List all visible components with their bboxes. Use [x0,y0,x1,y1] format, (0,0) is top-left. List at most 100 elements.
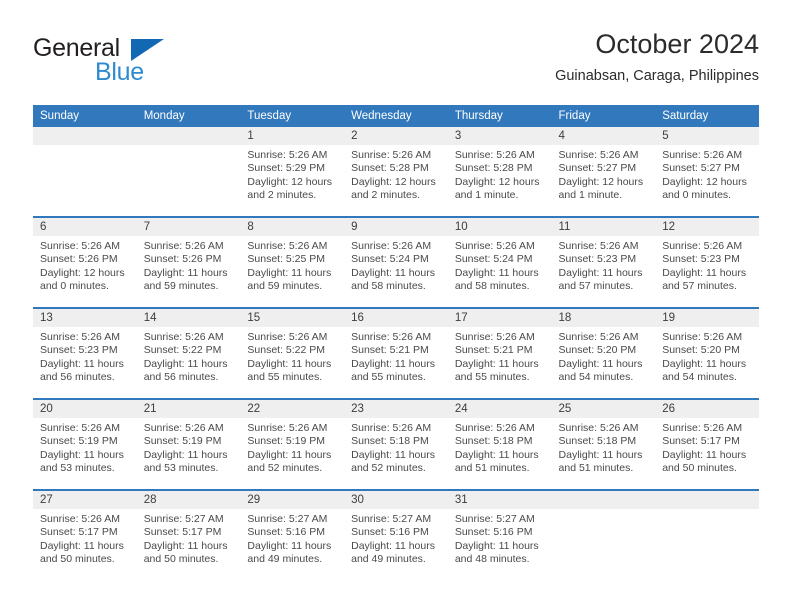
day-cell-detail: Sunrise: 5:26 AM Sunset: 5:17 PM Dayligh… [33,509,137,581]
day-cell-detail: Sunrise: 5:26 AM Sunset: 5:18 PM Dayligh… [447,418,552,490]
day-cell-date[interactable]: 30 [344,489,448,509]
daylight-text-2: and 50 minutes. [662,462,737,475]
calendar-grid: Sunday Monday Tuesday Wednesday Thursday… [33,105,759,581]
day-cell-date[interactable]: 9 [344,216,448,236]
sunset-text: Sunset: 5:22 PM [247,344,326,357]
sunrise-text: Sunrise: 5:26 AM [558,331,639,343]
sunrise-text: Sunrise: 5:26 AM [143,331,224,343]
sunset-text: Sunset: 5:20 PM [662,344,740,357]
sunset-text: Sunset: 5:16 PM [454,526,533,539]
sunrise-text: Sunrise: 5:27 AM [454,513,535,525]
day-cell-detail: Sunrise: 5:26 AM Sunset: 5:20 PM Dayligh… [551,327,656,399]
day-cell-detail: Sunrise: 5:26 AM Sunset: 5:19 PM Dayligh… [136,418,241,490]
sunset-text: Sunset: 5:27 PM [558,162,637,175]
sunrise-text: Sunrise: 5:26 AM [247,422,328,434]
day-cell-date[interactable]: 31 [447,489,552,509]
day-cell-date[interactable]: 27 [33,489,137,509]
day-cell-date[interactable]: 19 [655,307,759,327]
calendar-table: Sunday Monday Tuesday Wednesday Thursday… [33,105,759,581]
day-cell-detail: Sunrise: 5:26 AM Sunset: 5:21 PM Dayligh… [344,327,448,399]
sunrise-text: Sunrise: 5:26 AM [662,422,743,434]
day-cell-detail: Sunrise: 5:26 AM Sunset: 5:18 PM Dayligh… [551,418,656,490]
general-blue-logo[interactable]: General Blue [33,34,253,90]
day-cell-date[interactable]: 7 [136,216,241,236]
day-cell-date[interactable]: 8 [240,216,345,236]
daylight-text-1: Daylight: 11 hours [454,357,539,370]
daylight-text-2: and 50 minutes. [40,553,115,566]
sunset-text: Sunset: 5:18 PM [351,435,429,448]
daylight-text-2: and 54 minutes. [558,371,634,384]
sunset-text: Sunset: 5:17 PM [40,526,118,539]
day-cell-date[interactable]: 20 [33,398,137,418]
day-cell-date[interactable]: 21 [136,398,241,418]
day-cell-date[interactable]: 24 [447,398,552,418]
day-cell-date[interactable]: 15 [240,307,345,327]
daylight-text-2: and 59 minutes. [143,280,219,293]
day-cell-detail: Sunrise: 5:26 AM Sunset: 5:27 PM Dayligh… [551,145,656,217]
day-cell-date[interactable]: 6 [33,216,137,236]
daylight-text-1: Daylight: 12 hours [454,175,540,188]
sunset-text: Sunset: 5:28 PM [454,162,533,175]
daylight-text-1: Daylight: 11 hours [247,266,332,279]
sunrise-text: Sunrise: 5:26 AM [558,240,639,252]
sunset-text: Sunset: 5:22 PM [143,344,222,357]
daylight-text-1: Daylight: 11 hours [558,448,643,461]
day-cell-date[interactable]: 13 [33,307,137,327]
day-cell-date[interactable]: 10 [447,216,552,236]
daylight-text-1: Daylight: 11 hours [454,539,539,552]
sunset-text: Sunset: 5:17 PM [143,526,222,539]
sunrise-text: Sunrise: 5:26 AM [351,240,432,252]
daylight-text-2: and 58 minutes. [454,280,530,293]
day-cell-detail: Sunrise: 5:27 AM Sunset: 5:16 PM Dayligh… [344,509,448,581]
day-cell-detail: Sunrise: 5:27 AM Sunset: 5:17 PM Dayligh… [136,509,241,581]
day-cell-date[interactable]: 14 [136,307,241,327]
day-cell-date[interactable]: 1 [240,127,345,145]
daylight-text-2: and 56 minutes. [143,371,219,384]
day-cell-detail: Sunrise: 5:26 AM Sunset: 5:21 PM Dayligh… [447,327,552,399]
day-cell-date[interactable]: 16 [344,307,448,327]
daylight-text-2: and 48 minutes. [454,553,530,566]
daylight-text-2: and 51 minutes. [454,462,530,475]
sunset-text: Sunset: 5:25 PM [247,253,326,266]
daylight-text-1: Daylight: 11 hours [351,448,435,461]
sunset-text: Sunset: 5:26 PM [143,253,222,266]
sunset-text: Sunset: 5:19 PM [40,435,118,448]
daylight-text-2: and 57 minutes. [558,280,634,293]
day-cell-date[interactable]: 11 [551,216,656,236]
daylight-text-1: Daylight: 11 hours [454,266,539,279]
day-cell-detail: Sunrise: 5:26 AM Sunset: 5:23 PM Dayligh… [655,236,759,308]
sunrise-text: Sunrise: 5:26 AM [247,240,328,252]
day-cell-date[interactable]: 26 [655,398,759,418]
daylight-text-1: Daylight: 11 hours [143,357,228,370]
sunrise-text: Sunrise: 5:26 AM [40,513,120,525]
daylight-text-2: and 58 minutes. [351,280,426,293]
calendar-page: General Blue October 2024 Guinabsan, Car… [0,0,792,612]
week-4-date-row: 20 21 22 23 24 25 26 [33,398,759,418]
day-cell-date[interactable]: 4 [551,127,656,145]
sunset-text: Sunset: 5:21 PM [351,344,429,357]
sunset-text: Sunset: 5:17 PM [662,435,740,448]
daylight-text-1: Daylight: 12 hours [662,175,747,188]
day-cell-date[interactable]: 12 [655,216,759,236]
day-cell-detail: Sunrise: 5:26 AM Sunset: 5:17 PM Dayligh… [655,418,759,490]
day-cell-date[interactable]: 29 [240,489,345,509]
week-5-date-row: 27 28 29 30 31 [33,489,759,509]
day-cell-detail: Sunrise: 5:26 AM Sunset: 5:20 PM Dayligh… [655,327,759,399]
week-1-detail-row: Sunrise: 5:26 AM Sunset: 5:29 PM Dayligh… [33,145,759,217]
day-cell-date[interactable]: 5 [655,127,759,145]
day-cell-date[interactable]: 17 [447,307,552,327]
day-cell-date [655,489,759,509]
day-cell-date[interactable]: 18 [551,307,656,327]
day-cell-date[interactable]: 2 [344,127,448,145]
day-cell-date[interactable]: 23 [344,398,448,418]
day-cell-date[interactable]: 28 [136,489,241,509]
daylight-text-1: Daylight: 12 hours [247,175,333,188]
sunset-text: Sunset: 5:24 PM [454,253,533,266]
day-cell-date[interactable]: 3 [447,127,552,145]
sunrise-text: Sunrise: 5:26 AM [662,240,743,252]
day-cell-date[interactable]: 22 [240,398,345,418]
daylight-text-2: and 49 minutes. [247,553,323,566]
sunset-text: Sunset: 5:23 PM [662,253,740,266]
day-cell-date[interactable]: 25 [551,398,656,418]
daylight-text-2: and 59 minutes. [247,280,323,293]
